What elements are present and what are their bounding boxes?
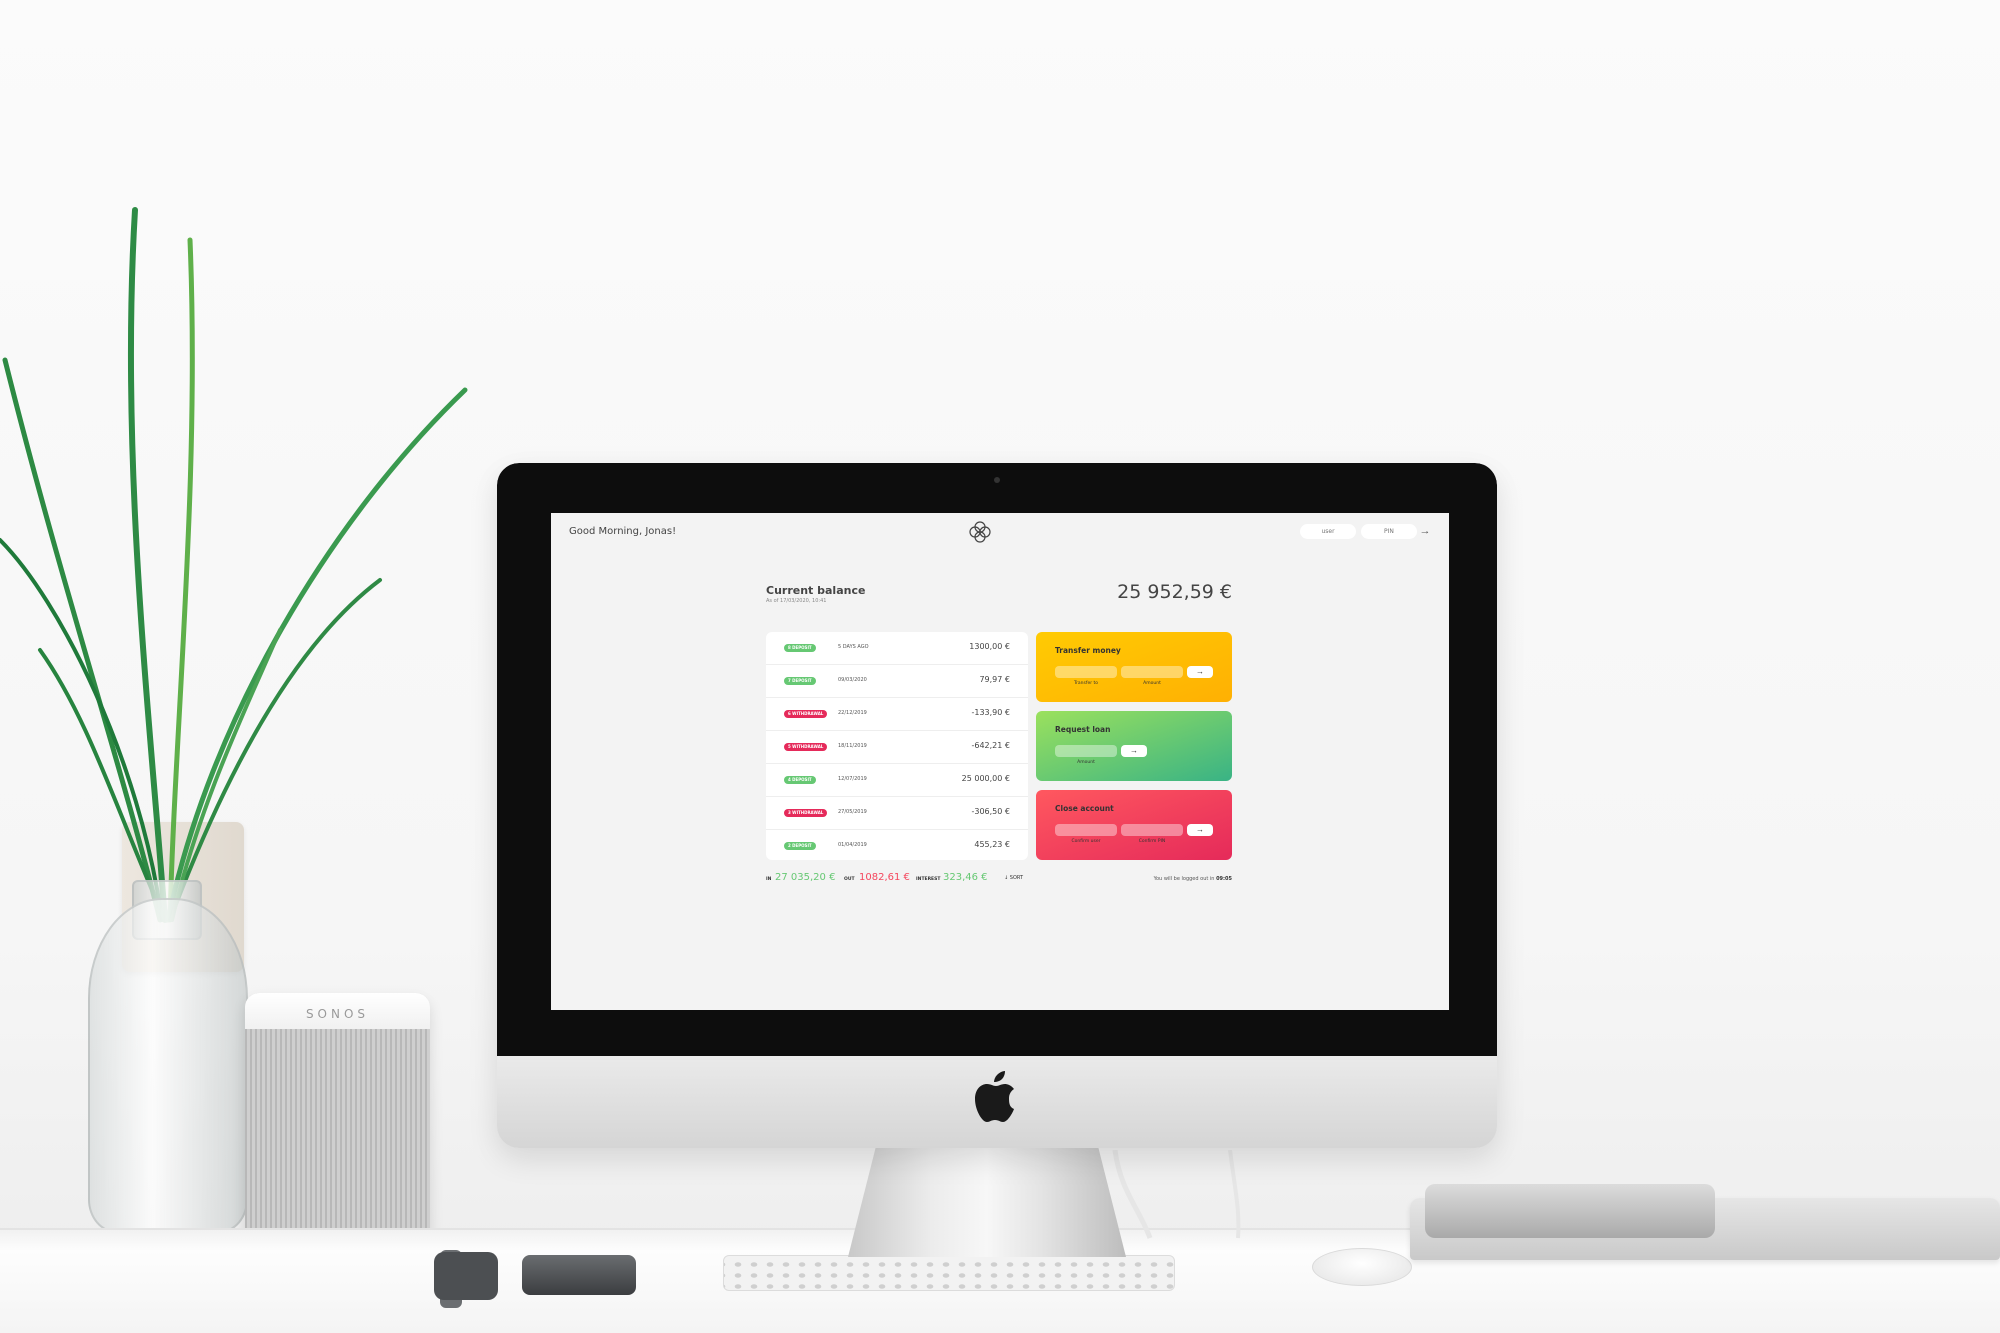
- smartwatch: [434, 1252, 498, 1300]
- loan-panel: Request loan → Amount: [1036, 711, 1232, 781]
- close-title: Close account: [1055, 804, 1114, 813]
- transfer-amount-label: Amount: [1143, 681, 1161, 686]
- movement-type-badge: 8 DEPOSIT: [784, 644, 816, 652]
- apple-logo-icon: [975, 1071, 1014, 1122]
- movement-value: 79,97 €: [979, 675, 1010, 684]
- logo-icon: [969, 521, 991, 543]
- movement-type-badge: 5 WITHDRAWAL: [784, 743, 828, 751]
- login-pin-input[interactable]: [1361, 524, 1417, 539]
- arrow-right-icon: →: [1196, 667, 1204, 676]
- movement-date: 01/04/2019: [838, 842, 867, 848]
- movement-row: 4 DEPOSIT 12/07/2019 25 000,00 €: [766, 764, 1028, 797]
- arrow-right-icon: →: [1419, 525, 1431, 537]
- movement-row: 5 WITHDRAWAL 18/11/2019 -642,21 €: [766, 731, 1028, 764]
- movement-type-badge: 3 WITHDRAWAL: [784, 809, 828, 817]
- speaker-brand: SONOS: [305, 1007, 370, 1021]
- movement-type-badge: 7 DEPOSIT: [784, 677, 816, 685]
- arrow-right-icon: →: [1196, 825, 1204, 834]
- logout-timer-text: You will be logged out in: [1153, 876, 1215, 882]
- movements-list: 8 DEPOSIT 5 DAYS AGO 1300,00 € 7 DEPOSIT…: [766, 632, 1028, 860]
- welcome-message: Good Morning, Jonas!: [569, 526, 677, 537]
- plant-leaves: [0, 207, 468, 923]
- movement-value: -133,90 €: [971, 708, 1010, 717]
- app-screen: Good Morning, Jonas! → Current balance A…: [551, 513, 1449, 1010]
- movement-date: 27/05/2019: [838, 809, 867, 815]
- movement-type-badge: 2 DEPOSIT: [784, 842, 816, 850]
- logout-timer-value: 09:05: [1216, 876, 1232, 882]
- loan-amount-label: Amount: [1077, 760, 1095, 765]
- movement-row: 6 WITHDRAWAL 22/12/2019 -133,90 €: [766, 698, 1028, 731]
- sort-button[interactable]: ↓ SORT: [1004, 875, 1023, 881]
- transfer-submit-button[interactable]: →: [1187, 666, 1213, 678]
- close-account-panel: Close account → Confirm user Confirm PIN: [1036, 790, 1232, 860]
- login-user-input[interactable]: [1300, 524, 1356, 539]
- summary-out-value: 1082,61 €: [859, 872, 910, 883]
- movement-row: 2 DEPOSIT 01/04/2019 455,23 €: [766, 830, 1028, 860]
- balance-label: Current balance: [766, 584, 866, 597]
- close-submit-button[interactable]: →: [1187, 824, 1213, 836]
- loan-submit-button[interactable]: →: [1121, 745, 1147, 757]
- movement-value: -642,21 €: [971, 741, 1010, 750]
- transfer-title: Transfer money: [1055, 646, 1121, 655]
- arrow-right-icon: →: [1130, 746, 1138, 755]
- smartphone: [522, 1255, 636, 1295]
- balance-value: 25 952,59 €: [1117, 581, 1232, 603]
- login-button[interactable]: →: [1418, 523, 1432, 539]
- close-user-label: Confirm user: [1071, 839, 1101, 844]
- movement-value: -306,50 €: [971, 807, 1010, 816]
- movement-date: 18/11/2019: [838, 743, 867, 749]
- power-cable: [1112, 1150, 1241, 1239]
- summary-in-label: IN: [766, 877, 772, 882]
- summary-in-value: 27 035,20 €: [775, 872, 836, 883]
- balance-date: As of 17/03/2020, 10:41: [766, 598, 827, 604]
- movement-date: 5 DAYS AGO: [838, 644, 869, 650]
- movement-row: 3 WITHDRAWAL 27/05/2019 -306,50 €: [766, 797, 1028, 830]
- keyboard: [723, 1255, 1175, 1291]
- transfer-panel: Transfer money → Transfer to Amount: [1036, 632, 1232, 702]
- transfer-to-label: Transfer to: [1073, 681, 1099, 686]
- mouse: [1312, 1248, 1412, 1286]
- movement-value: 25 000,00 €: [961, 774, 1010, 783]
- transfer-amount-input[interactable]: [1121, 666, 1183, 678]
- movement-type-badge: 4 DEPOSIT: [784, 776, 816, 784]
- glass-vase: [88, 898, 248, 1233]
- camera: [994, 477, 1000, 483]
- summary-bar: IN 27 035,20 € OUT 1082,61 € INTEREST 32…: [766, 872, 1232, 888]
- movement-value: 1300,00 €: [969, 642, 1010, 651]
- movement-value: 455,23 €: [974, 840, 1010, 849]
- close-pin-input[interactable]: [1121, 824, 1183, 836]
- speaker: SONOS: [245, 993, 430, 1248]
- close-pin-label: Confirm PIN: [1138, 839, 1166, 844]
- close-user-input[interactable]: [1055, 824, 1117, 836]
- movement-row: 7 DEPOSIT 09/03/2020 79,97 €: [766, 665, 1028, 698]
- logout-timer: You will be logged out in 09:05: [1154, 876, 1232, 882]
- tablet: [1425, 1184, 1715, 1238]
- summary-out-label: OUT: [844, 877, 855, 882]
- transfer-to-input[interactable]: [1055, 666, 1117, 678]
- movement-type-badge: 6 WITHDRAWAL: [784, 710, 828, 718]
- loan-title: Request loan: [1055, 725, 1111, 734]
- loan-amount-input[interactable]: [1055, 745, 1117, 757]
- summary-interest-label: INTEREST: [916, 877, 941, 882]
- movement-date: 22/12/2019: [838, 710, 867, 716]
- movement-row: 8 DEPOSIT 5 DAYS AGO 1300,00 €: [766, 632, 1028, 665]
- movement-date: 12/07/2019: [838, 776, 867, 782]
- imac-stand: [848, 1147, 1126, 1257]
- movement-date: 09/03/2020: [838, 677, 867, 683]
- summary-interest-value: 323,46 €: [943, 872, 988, 883]
